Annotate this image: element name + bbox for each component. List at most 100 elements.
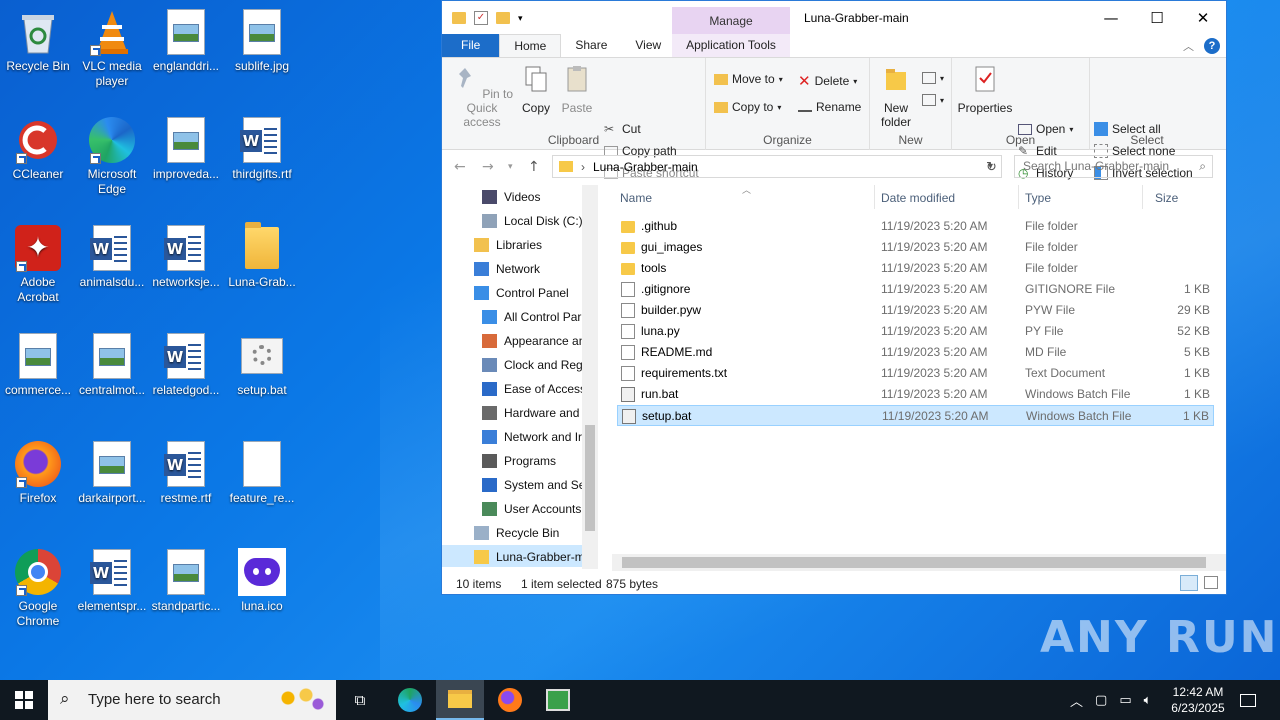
- desktop-icon[interactable]: Luna-Grab...: [224, 222, 300, 290]
- collapse-ribbon-icon[interactable]: ︿: [1183, 38, 1194, 54]
- nav-item[interactable]: Clock and Regi: [442, 353, 597, 377]
- pin-quick-access-button[interactable]: Pin to Quick access: [448, 64, 516, 129]
- copy-button[interactable]: Copy: [520, 64, 552, 115]
- copy-to-button[interactable]: Copy to ▾: [714, 100, 781, 114]
- paste-button[interactable]: Paste: [560, 64, 594, 115]
- nav-item[interactable]: Appearance an: [442, 329, 597, 353]
- nav-item[interactable]: Hardware and: [442, 401, 597, 425]
- desktop-icon[interactable]: Recycle Bin: [0, 8, 76, 74]
- taskbar-file-explorer-button[interactable]: [436, 680, 484, 720]
- delete-button[interactable]: ✕ Delete ▾: [798, 72, 857, 90]
- help-icon[interactable]: ?: [1204, 38, 1220, 54]
- properties-button[interactable]: Properties: [956, 64, 1014, 115]
- desktop-icon[interactable]: VLC media player: [74, 8, 150, 89]
- title-bar[interactable]: ✓ ▾ Manage Luna-Grabber-main — ☐ ✕: [442, 1, 1226, 35]
- desktop-icon[interactable]: ✦ Adobe Acrobat: [0, 224, 76, 305]
- nav-item[interactable]: Ease of Access: [442, 377, 597, 401]
- new-item-button[interactable]: ▾: [922, 72, 944, 84]
- back-arrow-icon[interactable]: ←: [454, 159, 466, 175]
- start-button[interactable]: [0, 680, 48, 720]
- properties-check-icon[interactable]: ✓: [474, 11, 488, 25]
- nav-item[interactable]: Recycle Bin: [442, 521, 597, 545]
- taskbar-firefox-button[interactable]: [486, 680, 534, 720]
- new-folder-icon[interactable]: [496, 12, 510, 24]
- device-icon[interactable]: ▢: [1095, 692, 1107, 708]
- desktop-icon[interactable]: sublife.jpg: [224, 8, 300, 74]
- desktop-icon[interactable]: Microsoft Edge: [74, 116, 150, 197]
- desktop-icon[interactable]: darkairport...: [74, 440, 150, 506]
- network-icon[interactable]: ▭: [1119, 692, 1131, 708]
- rename-button[interactable]: Rename: [798, 100, 861, 114]
- desktop-icon[interactable]: Wrelatedgod...: [148, 332, 224, 398]
- recent-dropdown-icon[interactable]: ▾: [508, 162, 513, 172]
- maximize-button[interactable]: ☐: [1134, 1, 1180, 35]
- file-row[interactable]: .gitignore 11/19/2023 5:20 AM GITIGNORE Fi…: [617, 279, 1214, 300]
- file-explorer-window[interactable]: ✓ ▾ Manage Luna-Grabber-main — ☐ ✕ File …: [441, 0, 1227, 595]
- qat-dropdown-icon[interactable]: ▾: [518, 13, 523, 24]
- notifications-button[interactable]: [1224, 680, 1272, 720]
- nav-item[interactable]: Network and Ir: [442, 425, 597, 449]
- nav-item[interactable]: System and Sec: [442, 473, 597, 497]
- file-row[interactable]: tools 11/19/2023 5:20 AM File folder: [617, 258, 1214, 279]
- file-row[interactable]: gui_images 11/19/2023 5:20 AM File folder: [617, 237, 1214, 258]
- desktop-icon[interactable]: Google Chrome: [0, 548, 76, 629]
- taskbar-search[interactable]: ⌕ Type here to search: [48, 680, 336, 720]
- horizontal-scrollbar-thumb[interactable]: [622, 557, 1206, 568]
- volume-icon[interactable]: 🔈︎: [1144, 692, 1152, 708]
- address-bar[interactable]: › Luna-Grabber-main ▾: [552, 155, 1002, 178]
- desktop-icon[interactable]: commerce...: [0, 332, 76, 398]
- desktop-icon[interactable]: centralmot...: [74, 332, 150, 398]
- navigation-pane[interactable]: Videos Local Disk (C:) Libraries Network Con…: [442, 185, 597, 567]
- horizontal-scrollbar[interactable]: [612, 554, 1226, 571]
- file-row[interactable]: requirements.txt 11/19/2023 5:20 AM Text D…: [617, 363, 1214, 384]
- file-row[interactable]: setup.bat 11/19/2023 5:20 AM Windows Batch…: [617, 405, 1214, 426]
- refresh-icon[interactable]: ↻: [986, 160, 997, 175]
- desktop-icon[interactable]: CCleaner: [0, 116, 76, 182]
- tab-view[interactable]: View: [621, 34, 675, 57]
- nav-item[interactable]: User Accounts: [442, 497, 597, 521]
- desktop-icon[interactable]: setup.bat: [224, 332, 300, 398]
- file-row[interactable]: luna.py 11/19/2023 5:20 AM PY File 52 KB: [617, 321, 1214, 342]
- nav-item[interactable]: Libraries: [442, 233, 597, 257]
- tab-share[interactable]: Share: [561, 34, 621, 57]
- tab-home[interactable]: Home: [499, 34, 562, 57]
- column-size[interactable]: Size: [1155, 191, 1178, 205]
- file-list[interactable]: Name ︿ Date modified Type Size .github 11…: [612, 185, 1226, 426]
- breadcrumb-current[interactable]: Luna-Grabber-main: [593, 160, 698, 174]
- up-arrow-icon[interactable]: ↑: [528, 159, 540, 175]
- nav-item[interactable]: Network: [442, 257, 597, 281]
- file-row[interactable]: .github 11/19/2023 5:20 AM File folder: [617, 216, 1214, 237]
- desktop-icon[interactable]: feature_re...: [224, 440, 300, 506]
- breadcrumb-chevron-icon[interactable]: ›: [581, 160, 585, 174]
- column-date-modified[interactable]: Date modified: [881, 191, 955, 205]
- desktop-icon[interactable]: Firefox: [0, 440, 76, 506]
- nav-item[interactable]: Luna-Grabber-m: [442, 545, 597, 567]
- desktop-icon[interactable]: Welementspr...: [74, 548, 150, 614]
- nav-scrollbar[interactable]: [582, 185, 598, 569]
- desktop-icon[interactable]: standpartic...: [148, 548, 224, 614]
- column-name[interactable]: Name: [620, 191, 652, 205]
- taskbar-edge-button[interactable]: [386, 680, 434, 720]
- minimize-button[interactable]: —: [1088, 1, 1134, 35]
- desktop-icon[interactable]: luna.ico: [224, 548, 300, 614]
- nav-item[interactable]: All Control Par: [442, 305, 597, 329]
- desktop-icon[interactable]: englanddri...: [148, 8, 224, 74]
- file-row[interactable]: run.bat 11/19/2023 5:20 AM Windows Batch F…: [617, 384, 1214, 405]
- desktop-icon[interactable]: Wanimalsdu...: [74, 224, 150, 290]
- taskbar-control-panel-button[interactable]: [534, 680, 582, 720]
- nav-scrollbar-thumb[interactable]: [585, 425, 595, 531]
- desktop-icon[interactable]: Wthirdgifts.rtf: [224, 116, 300, 182]
- details-view-icon[interactable]: [1180, 575, 1198, 591]
- nav-item[interactable]: Programs: [442, 449, 597, 473]
- move-to-button[interactable]: Move to ▾: [714, 72, 783, 86]
- nav-item[interactable]: Control Panel: [442, 281, 597, 305]
- desktop-icon[interactable]: improveda...: [148, 116, 224, 182]
- file-row[interactable]: README.md 11/19/2023 5:20 AM MD File 5 KB: [617, 342, 1214, 363]
- show-hidden-icons-icon[interactable]: ︿: [1070, 691, 1083, 710]
- desktop-icon[interactable]: Wrestme.rtf: [148, 440, 224, 506]
- search-input[interactable]: Search Luna-Grabber-main ⌕: [1014, 155, 1213, 178]
- close-button[interactable]: ✕: [1180, 1, 1226, 35]
- easy-access-button[interactable]: ▾: [922, 94, 944, 106]
- nav-item[interactable]: Local Disk (C:): [442, 209, 597, 233]
- forward-arrow-icon[interactable]: →: [482, 159, 494, 175]
